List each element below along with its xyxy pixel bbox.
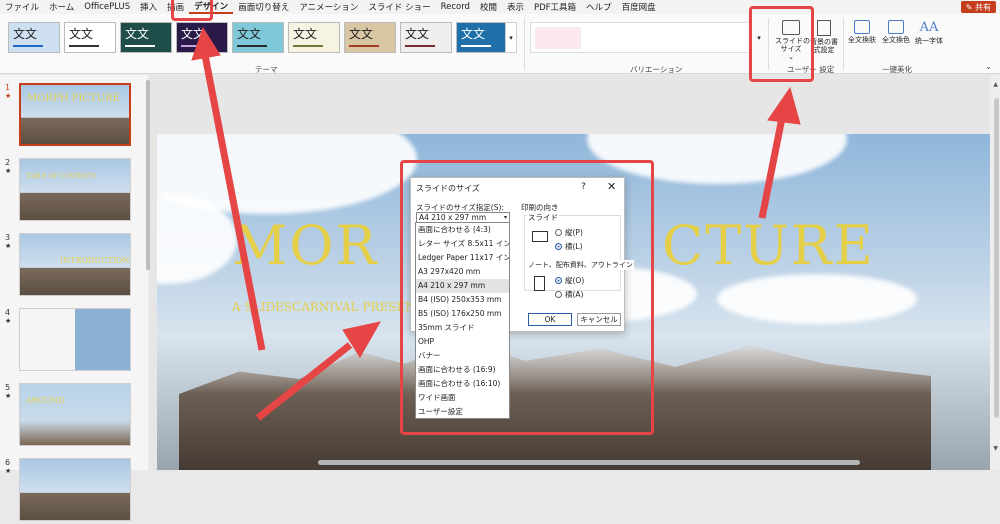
annotation-arrow <box>758 117 786 219</box>
annotation-arrows <box>191 26 801 421</box>
annotation-arrowhead <box>767 86 801 125</box>
annotation-arrowhead <box>191 26 221 61</box>
annotation-arrowhead <box>342 321 381 358</box>
annotation-arrow <box>255 342 353 421</box>
annotation-arrow <box>201 54 266 351</box>
